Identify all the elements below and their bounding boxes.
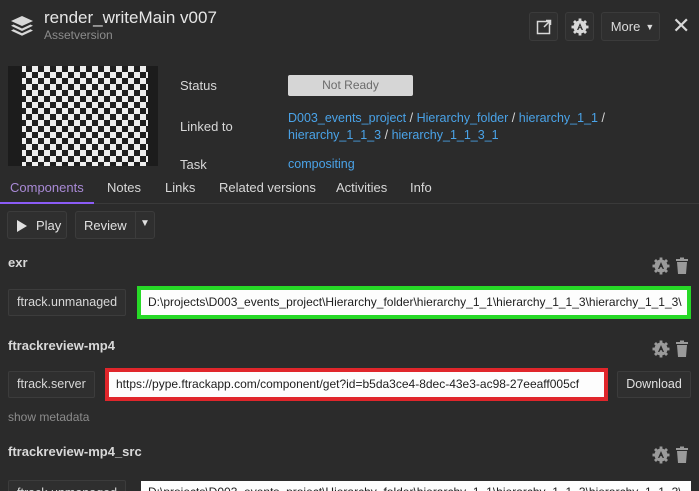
- chevron-down-icon: ▼: [645, 21, 655, 32]
- tab-info[interactable]: Info: [410, 180, 432, 195]
- tab-activities[interactable]: Activities: [336, 180, 387, 195]
- gear-icon[interactable]: [652, 340, 670, 358]
- play-icon: [17, 220, 27, 232]
- review-button-label: Review: [84, 218, 127, 233]
- breadcrumb-separator: /: [511, 111, 516, 125]
- active-tab-indicator: [0, 202, 94, 204]
- trash-icon[interactable]: [676, 340, 688, 358]
- open-external-icon: [536, 19, 551, 34]
- component-actions: [652, 257, 688, 275]
- play-button-label: Play: [36, 218, 62, 233]
- tab-notes[interactable]: Notes: [107, 180, 141, 195]
- trash-icon[interactable]: [676, 446, 688, 464]
- gear-icon: [571, 18, 588, 35]
- component-actions: [652, 340, 688, 358]
- status-label: Status: [180, 78, 217, 93]
- close-icon[interactable]: ✕: [672, 14, 690, 38]
- gear-icon[interactable]: [652, 257, 670, 275]
- breadcrumb-link[interactable]: hierarchy_1_1: [519, 111, 598, 125]
- component-name: exr: [8, 255, 28, 270]
- breadcrumb-link[interactable]: hierarchy_1_1_3: [288, 128, 381, 142]
- open-external-button[interactable]: [529, 12, 558, 41]
- tab-related-versions[interactable]: Related versions: [219, 180, 316, 195]
- breadcrumb: D003_events_project / Hierarchy_folder /…: [288, 110, 618, 144]
- more-button[interactable]: More ▼: [601, 12, 660, 41]
- header: render_writeMain v007 Assetversion More: [0, 0, 699, 54]
- tab-components[interactable]: Components: [10, 180, 84, 195]
- gear-icon[interactable]: [652, 446, 670, 464]
- linked-to-label: Linked to: [180, 119, 233, 134]
- more-button-label: More: [610, 19, 641, 34]
- breadcrumb-separator: /: [384, 128, 389, 142]
- tab-links[interactable]: Links: [165, 180, 195, 195]
- page-subtitle: Assetversion: [44, 28, 113, 42]
- component-path-field[interactable]: D:\projects\D003_events_project\Hierarch…: [137, 286, 691, 319]
- breadcrumb-link[interactable]: hierarchy_1_1_3_1: [392, 128, 499, 142]
- page-title: render_writeMain v007: [44, 8, 217, 27]
- breadcrumb-link[interactable]: D003_events_project: [288, 111, 406, 125]
- location-tag: ftrack.unmanaged: [8, 289, 127, 316]
- divider: [135, 212, 136, 238]
- component-actions: [652, 446, 688, 464]
- location-tag: ftrack.unmanaged: [8, 480, 127, 491]
- tab-bar: Components Notes Links Related versions …: [0, 174, 699, 204]
- task-link[interactable]: compositing: [288, 157, 355, 171]
- breadcrumb-link[interactable]: Hierarchy_folder: [417, 111, 509, 125]
- settings-button[interactable]: [565, 12, 594, 41]
- status-badge[interactable]: Not Ready: [288, 75, 413, 96]
- component-path-field[interactable]: D:\projects\D003_events_project\Hierarch…: [141, 481, 691, 491]
- component-name: ftrackreview-mp4: [8, 338, 115, 353]
- trash-icon[interactable]: [676, 257, 688, 275]
- chevron-down-icon[interactable]: ▼: [140, 218, 150, 229]
- location-tag: ftrack.server: [8, 371, 95, 398]
- review-button[interactable]: Review ▼: [75, 211, 155, 239]
- download-button[interactable]: Download: [617, 371, 691, 398]
- thumbnail-frame: [8, 66, 158, 166]
- stack-icon: [11, 16, 33, 36]
- play-button[interactable]: Play: [7, 211, 67, 239]
- component-name: ftrackreview-mp4_src: [8, 444, 142, 459]
- task-label: Task: [180, 157, 207, 172]
- show-metadata-link[interactable]: show metadata: [8, 410, 89, 424]
- breadcrumb-separator: /: [409, 111, 414, 125]
- component-url-field[interactable]: https://pype.ftrackapp.com/component/get…: [105, 368, 608, 401]
- breadcrumb-separator: /: [601, 111, 605, 125]
